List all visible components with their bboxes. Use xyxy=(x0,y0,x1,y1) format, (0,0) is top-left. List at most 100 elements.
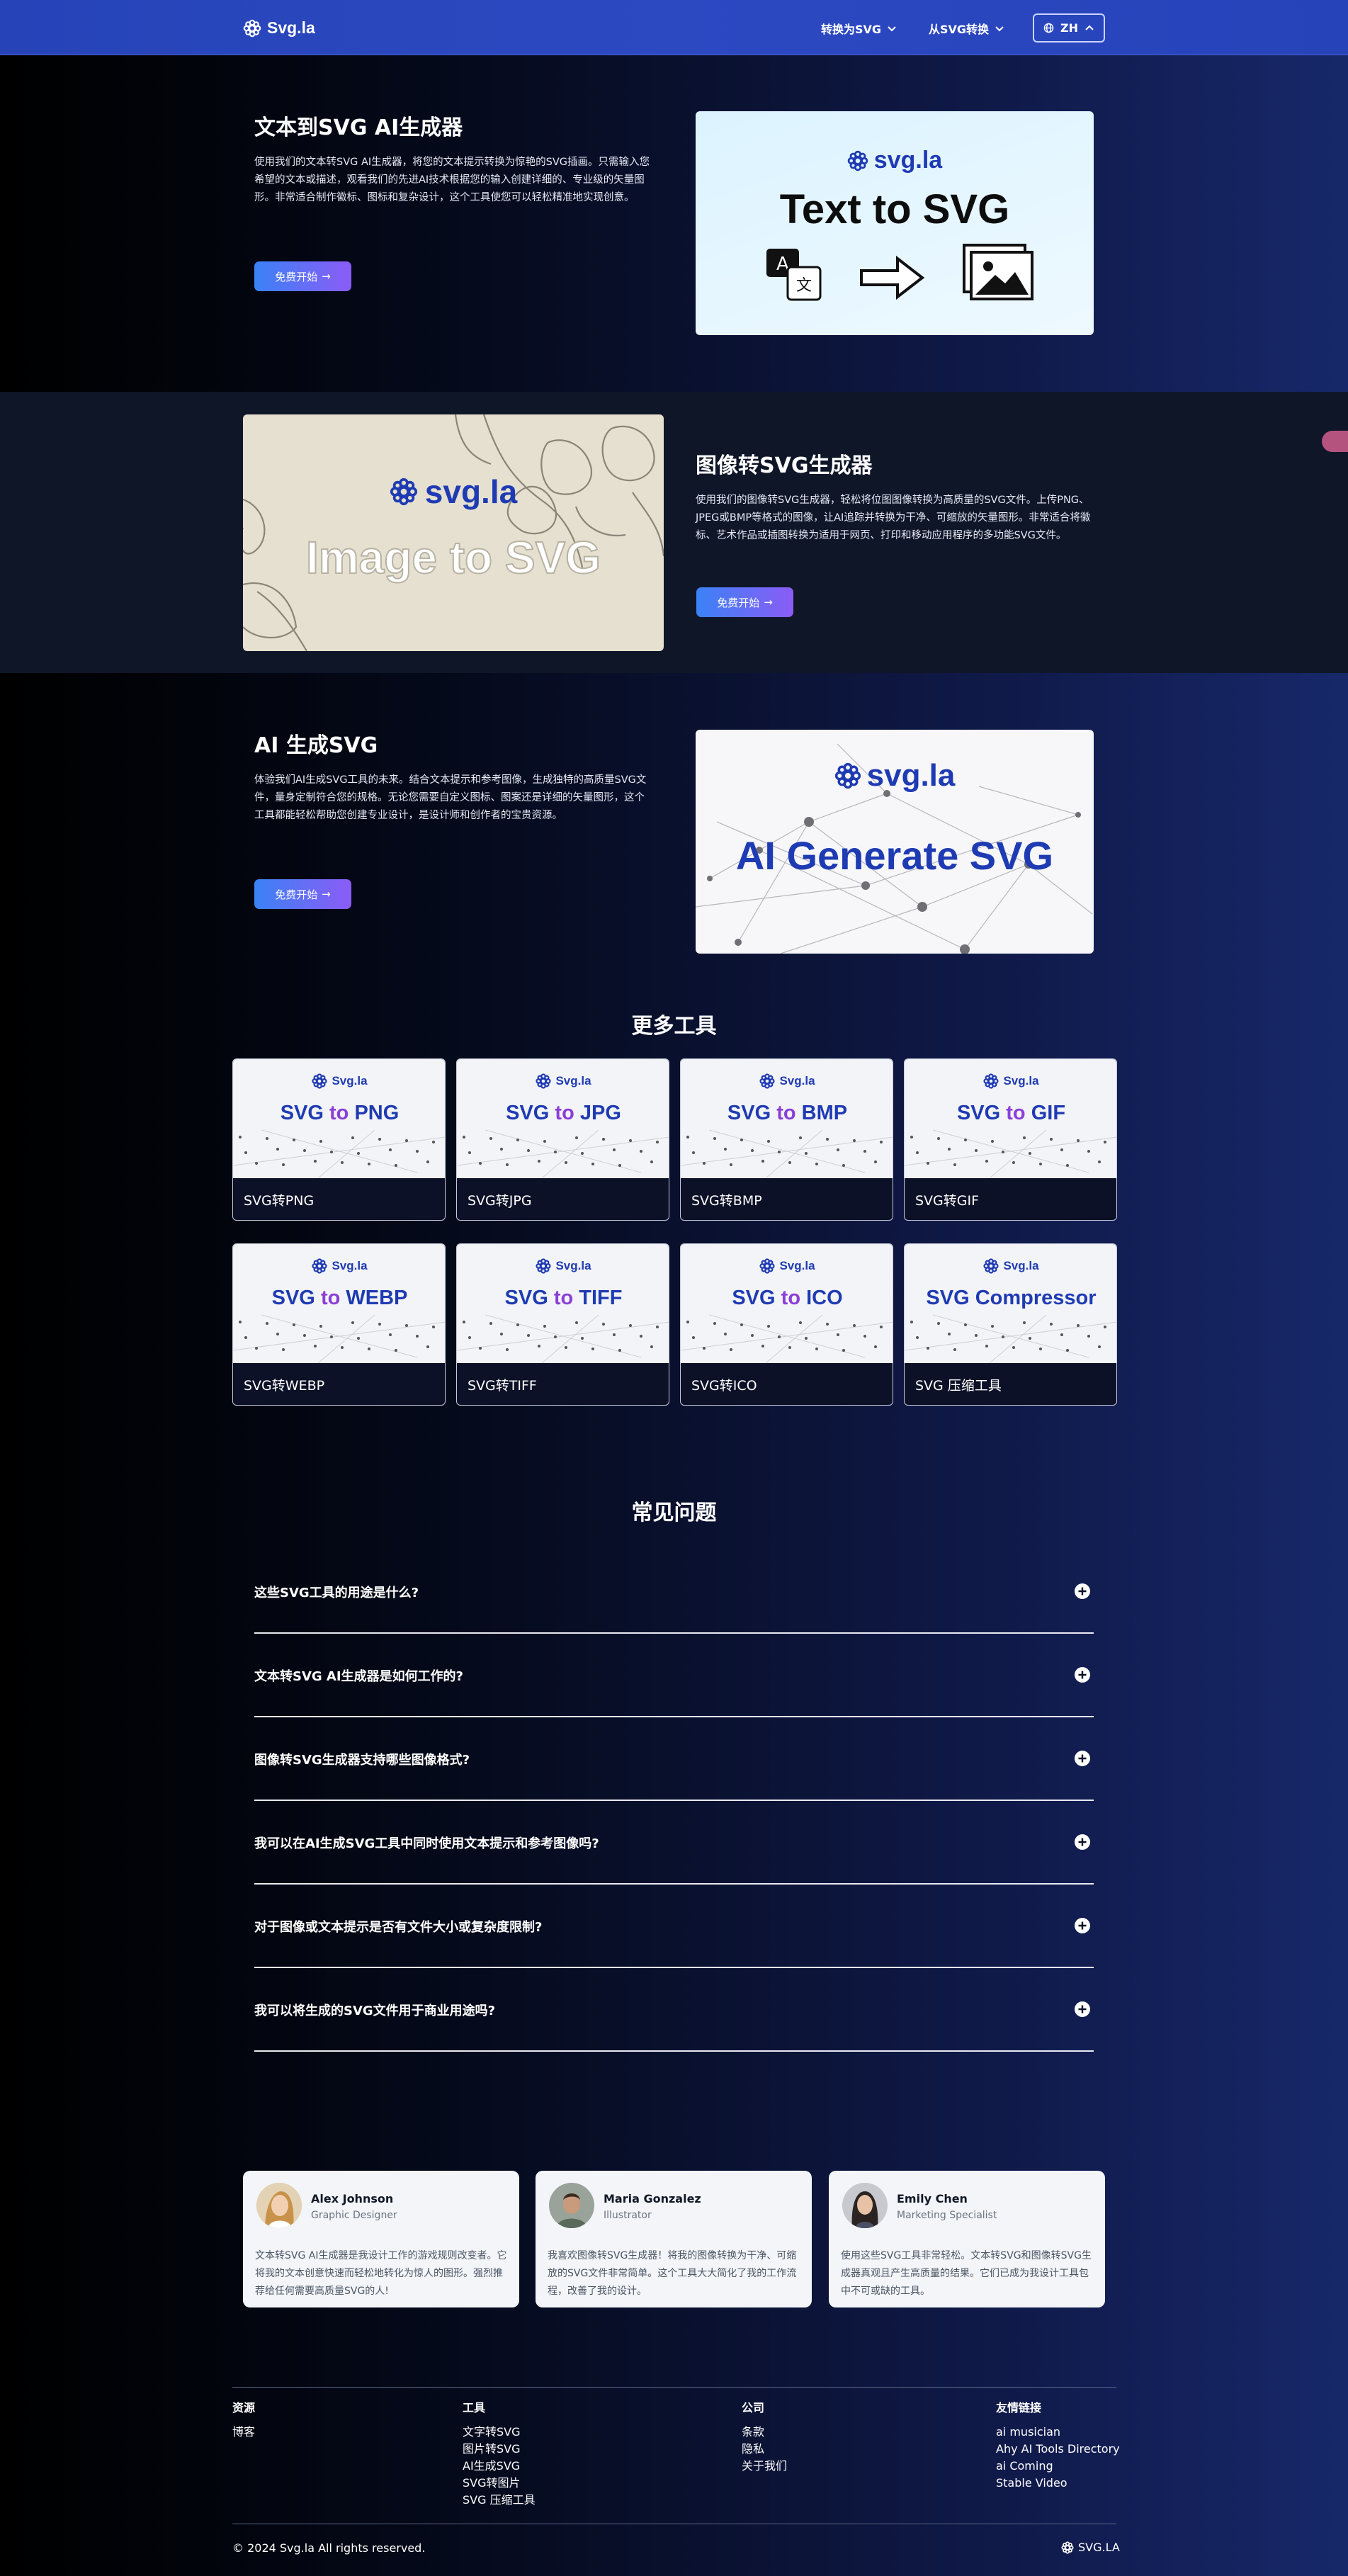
flower-logo-icon xyxy=(243,19,261,37)
faq-item[interactable]: 文本转SVG AI生成器是如何工作的? xyxy=(254,1634,1094,1717)
faq-item[interactable]: 这些SVG工具的用途是什么? xyxy=(254,1550,1094,1634)
chevron-down-icon xyxy=(888,26,896,32)
brand-logo[interactable]: Svg.la xyxy=(243,18,315,38)
footer-link-terms[interactable]: 条款 xyxy=(742,2424,787,2441)
image-to-svg-hero-image: svg.la Image to SVG xyxy=(243,414,664,651)
tool-brand: Svg.la xyxy=(457,1258,669,1274)
testimonial-name: Emily Chen xyxy=(897,2192,968,2205)
testimonial-role: Illustrator xyxy=(604,2210,652,2221)
faq-item[interactable]: 我可以将生成的SVG文件用于商业用途吗? xyxy=(254,1968,1094,2052)
start-free-button[interactable]: 免费开始 → xyxy=(254,879,351,909)
footer-col-resources: 资源 博客 xyxy=(232,2398,255,2441)
feature-title: 图像转SVG生成器 xyxy=(696,453,873,478)
tool-thumbnail: Svg.la SVG Compressor xyxy=(905,1244,1116,1363)
faq-item[interactable]: 图像转SVG生成器支持哪些图像格式? xyxy=(254,1717,1094,1801)
globe-icon xyxy=(1043,23,1054,33)
language-switcher[interactable]: ZH xyxy=(1033,13,1105,43)
flower-logo-icon xyxy=(847,150,868,171)
footer-col-title: 资源 xyxy=(232,2401,256,2414)
start-free-button[interactable]: 免费开始 → xyxy=(696,587,793,617)
nav-from-svg-menu[interactable]: 从SVG转换 xyxy=(929,20,1004,37)
testimonial-role: Graphic Designer xyxy=(311,2210,397,2221)
flower-logo-icon xyxy=(536,1258,552,1274)
footer-col-title: 友情链接 xyxy=(996,2401,1042,2414)
footer-link-stable-video[interactable]: Stable Video xyxy=(996,2475,1120,2492)
tool-label: SVG转JPG xyxy=(468,1193,532,1209)
tool-card[interactable]: Svg.la SVG to JPG SVG转JPG xyxy=(456,1058,669,1221)
arrow-shape-icon xyxy=(860,255,925,300)
tool-banner-to: to xyxy=(1006,1102,1026,1124)
footer-link-text-to-svg[interactable]: 文字转SVG xyxy=(463,2424,536,2441)
flower-logo-icon xyxy=(536,1073,552,1089)
tool-label: SVG转GIF xyxy=(915,1193,980,1209)
tool-card[interactable]: Svg.la SVG to GIF SVG转GIF xyxy=(904,1058,1117,1221)
tool-card[interactable]: Svg.la SVG Compressor SVG 压缩工具 xyxy=(904,1243,1117,1406)
expand-plus-icon[interactable] xyxy=(1074,1666,1091,1683)
footer-link-svg-to-image[interactable]: SVG转图片 xyxy=(463,2475,536,2492)
footer-link-about[interactable]: 关于我们 xyxy=(742,2458,787,2475)
faq-question: 文本转SVG AI生成器是如何工作的? xyxy=(254,1669,464,1684)
feature-text-to-svg: 文本到SVG AI生成器 使用我们的文本转SVG AI生成器，将您的文本提示转换… xyxy=(254,110,655,207)
text-to-svg-hero-image: svg.la Text to SVG A文 xyxy=(696,111,1094,335)
language-label: ZH xyxy=(1060,21,1078,35)
hero-title: Image to SVG xyxy=(305,531,601,584)
avatar xyxy=(256,2183,302,2228)
tool-brand-text: Svg.la xyxy=(779,1074,815,1088)
tool-thumbnail: Svg.la SVG to WEBP xyxy=(233,1244,445,1363)
arrow-right-icon: → xyxy=(764,596,773,609)
expand-plus-icon[interactable] xyxy=(1074,1917,1091,1934)
tool-brand: Svg.la xyxy=(457,1073,669,1089)
footer-col-tools: 工具 文字转SVG 图片转SVG AI生成SVG SVG转图片 SVG 压缩工具 xyxy=(463,2398,536,2509)
start-free-button[interactable]: 免费开始 → xyxy=(254,261,351,291)
footer-logo[interactable]: SVG.LA xyxy=(1061,2541,1120,2554)
copyright-text: © 2024 Svg.la All rights reserved. xyxy=(232,2541,426,2555)
testimonial-text: 使用这些SVG工具非常轻松。文本转SVG和图像转SVG生成器真观且产生高质量的结… xyxy=(841,2250,1092,2297)
expand-plus-icon[interactable] xyxy=(1074,1750,1091,1767)
expand-plus-icon[interactable] xyxy=(1074,1583,1091,1600)
footer-link-svg-compressor[interactable]: SVG 压缩工具 xyxy=(463,2492,536,2509)
footer-link-ai-generate-svg[interactable]: AI生成SVG xyxy=(463,2458,536,2475)
tool-banner-to: to xyxy=(320,1287,341,1309)
faq-question: 对于图像或文本提示是否有文件大小或复杂度限制? xyxy=(254,1920,543,1935)
arrow-right-icon: → xyxy=(322,270,331,283)
flower-logo-icon xyxy=(759,1073,776,1089)
hero-brand-text: svg.la xyxy=(866,758,956,793)
person-portrait-icon xyxy=(549,2183,594,2228)
tool-banner-format: BMP xyxy=(801,1102,848,1124)
tool-banner-from: SVG xyxy=(504,1287,548,1309)
tool-banner-from: SVG Compressor xyxy=(926,1287,1097,1309)
footer-col-title: 公司 xyxy=(742,2401,765,2414)
footer-link-ai-musician[interactable]: ai musician xyxy=(996,2424,1120,2441)
flower-logo-icon xyxy=(390,478,417,506)
expand-plus-icon[interactable] xyxy=(1074,1834,1091,1851)
expand-plus-icon[interactable] xyxy=(1074,2001,1091,2018)
feature-description: 使用我们的图像转SVG生成器，轻松将位图图像转换为高质量的SVG文件。上传PNG… xyxy=(696,495,1091,541)
tool-brand: Svg.la xyxy=(233,1258,445,1274)
tool-thumbnail: Svg.la SVG to BMP xyxy=(681,1059,893,1178)
faq-item[interactable]: 我可以在AI生成SVG工具中同时使用文本提示和参考图像吗? xyxy=(254,1801,1094,1885)
tool-banner-format: ICO xyxy=(806,1287,843,1309)
testimonial-text: 文本转SVG AI生成器是我设计工作的游戏规则改变者。它将我的文本创意快速而轻松… xyxy=(255,2250,507,2297)
tool-brand-text: Svg.la xyxy=(555,1074,591,1088)
image-icon xyxy=(963,244,1033,300)
footer-link-blog[interactable]: 博客 xyxy=(232,2424,255,2441)
flower-logo-icon xyxy=(834,762,861,789)
footer-link-ai-coming[interactable]: ai Coming xyxy=(996,2458,1120,2475)
tool-banner-from: SVG xyxy=(506,1102,550,1124)
tool-card[interactable]: Svg.la SVG to BMP SVG转BMP xyxy=(680,1058,893,1221)
tool-card[interactable]: Svg.la SVG to TIFF SVG转TIFF xyxy=(456,1243,669,1406)
faq-item[interactable]: 对于图像或文本提示是否有文件大小或复杂度限制? xyxy=(254,1885,1094,1968)
footer-link-image-to-svg[interactable]: 图片转SVG xyxy=(463,2441,536,2458)
faq-question: 图像转SVG生成器支持哪些图像格式? xyxy=(254,1753,470,1768)
nav-to-svg-menu[interactable]: 转换为SVG xyxy=(821,20,897,37)
hero-brand-text: svg.la xyxy=(873,147,943,174)
footer-link-privacy[interactable]: 隐私 xyxy=(742,2441,787,2458)
tool-card[interactable]: Svg.la SVG to PNG SVG转PNG xyxy=(232,1058,446,1221)
tool-banner-to: to xyxy=(781,1287,801,1309)
svg-text:文: 文 xyxy=(796,277,812,295)
tool-card[interactable]: Svg.la SVG to WEBP SVG转WEBP xyxy=(232,1243,446,1406)
footer-link-ai-tools-directory[interactable]: Ahy AI Tools Directory xyxy=(996,2441,1120,2458)
tool-label: SVG转WEBP xyxy=(244,1378,325,1394)
tool-card[interactable]: Svg.la SVG to ICO SVG转ICO xyxy=(680,1243,893,1406)
floating-side-widget[interactable] xyxy=(1322,431,1348,452)
